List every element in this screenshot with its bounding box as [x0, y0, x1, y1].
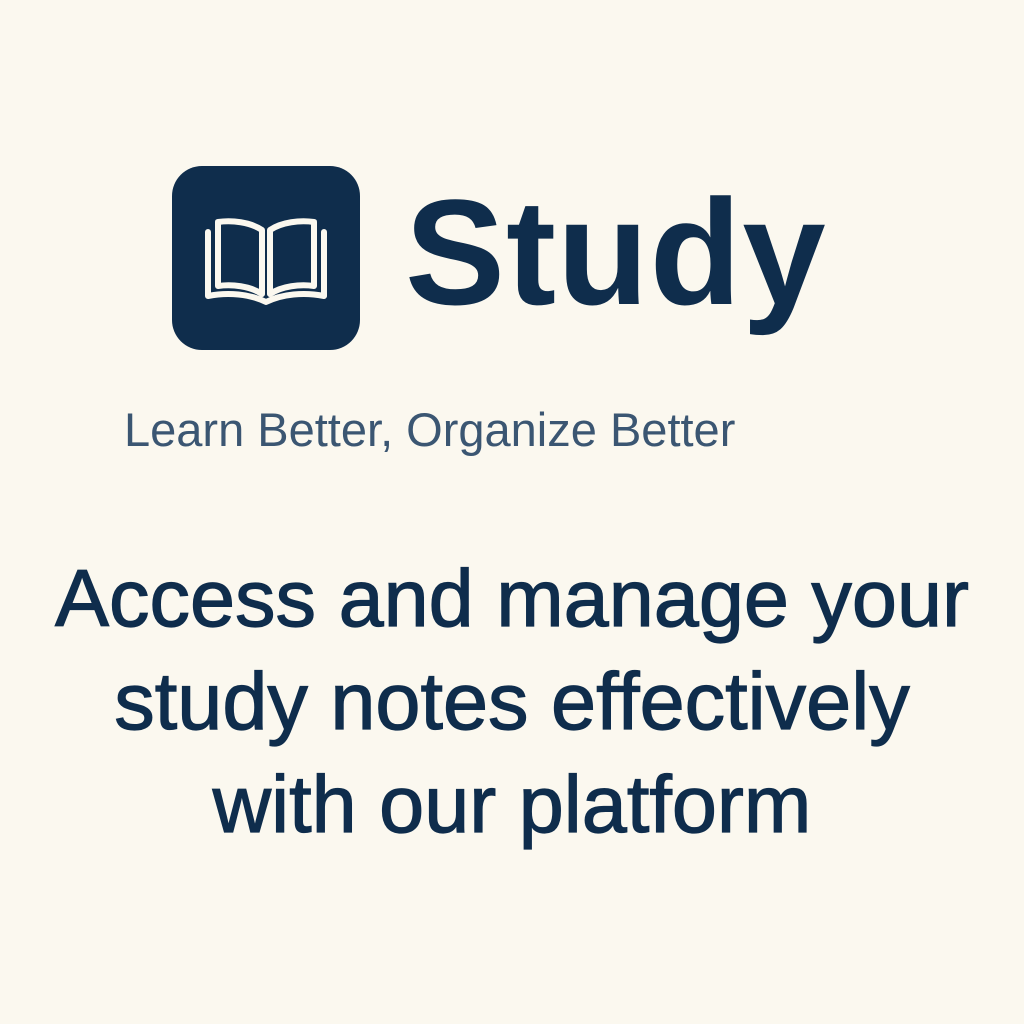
- open-book-icon: [205, 217, 327, 305]
- brand-header: Study: [172, 165, 827, 350]
- app-logo: [172, 165, 360, 350]
- description-text: Access and manage your study notes effec…: [54, 553, 970, 850]
- app-name: Study: [405, 167, 827, 336]
- tagline: Learn Better, Organize Better: [124, 403, 736, 456]
- landing-page: Study Learn Better, Organize Better Acce…: [0, 0, 1024, 1024]
